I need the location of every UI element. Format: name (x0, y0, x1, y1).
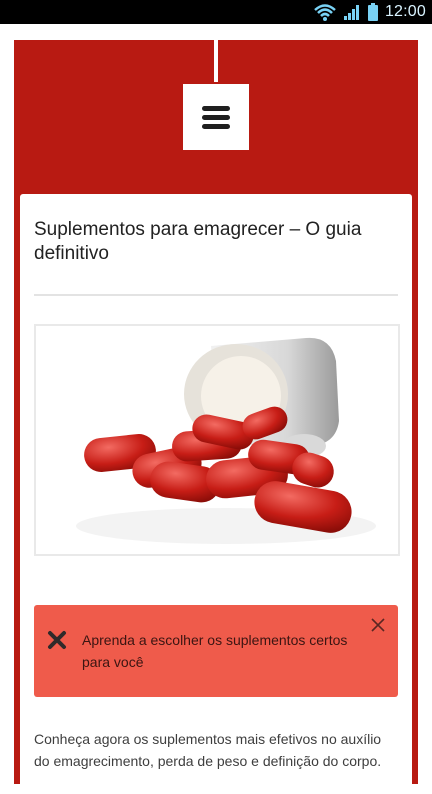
hamburger-menu-icon (202, 102, 230, 133)
intro-paragraph: Conheça agora os suplementos mais efetiv… (34, 728, 404, 772)
intro-line-1: Conheça agora os suplementos mais efetiv… (34, 731, 382, 747)
status-bar: 12:00 (0, 0, 432, 24)
menu-connector-line (214, 40, 218, 82)
intro-line-2: do emagrecimento, perda de peso e defini… (34, 753, 382, 769)
clock: 12:00 (384, 3, 426, 20)
menu-button[interactable] (183, 84, 249, 150)
status-icons: 12:00 (313, 2, 426, 22)
alert-message: Aprenda a escolher os suplementos certos… (82, 632, 348, 670)
app-screen: Suplementos para emagrecer – O guia defi… (0, 24, 432, 794)
close-icon[interactable] (370, 617, 386, 633)
article-card: Suplementos para emagrecer – O guia defi… (20, 194, 412, 794)
title-divider (34, 294, 398, 296)
red-capsules-image (76, 337, 376, 544)
article-image (34, 324, 400, 556)
battery-icon (367, 3, 378, 21)
wifi-icon (314, 4, 336, 21)
x-mark-icon (48, 631, 66, 649)
signal-icon (343, 5, 359, 20)
alert-banner: Aprenda a escolher os suplementos certos… (34, 605, 398, 697)
article-title: Suplementos para emagrecer – O guia defi… (34, 219, 362, 264)
